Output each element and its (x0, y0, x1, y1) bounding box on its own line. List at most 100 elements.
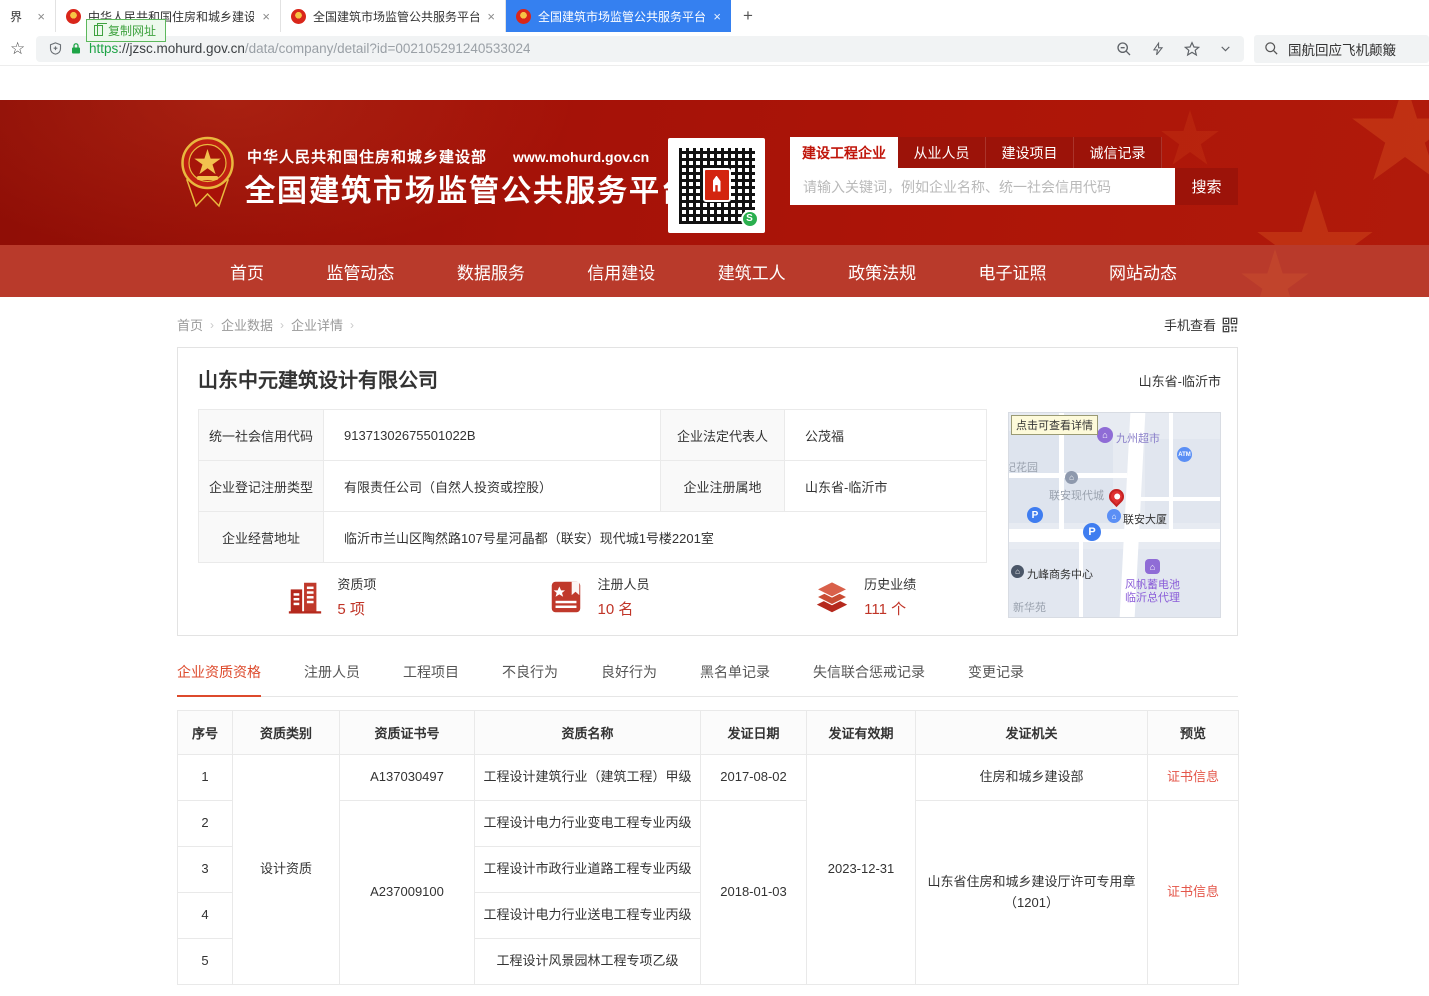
layers-icon (813, 578, 851, 616)
site-favicon-icon (516, 9, 531, 24)
nav-item-site-news[interactable]: 网站动态 (1109, 259, 1177, 284)
stat-qualifications[interactable]: 资质项 5 项 (198, 574, 465, 619)
search-tab-enterprise[interactable]: 建设工程企业 (790, 137, 898, 168)
col-header-name: 资质名称 (475, 711, 701, 755)
company-region: 山东省-临沂市 (1139, 371, 1221, 390)
map-label-garden: 纪花园 (1008, 459, 1038, 475)
stat-registered-personnel[interactable]: 注册人员 10 名 (465, 574, 732, 619)
site-favicon-icon (66, 9, 81, 24)
tab-qualifications[interactable]: 企业资质资格 (177, 662, 261, 697)
reg-region-label: 企业注册属地 (661, 461, 785, 512)
tab-blacklist[interactable]: 黑名单记录 (700, 662, 770, 696)
stat-value: 5 项 (337, 598, 376, 619)
tab-dishonesty-records[interactable]: 失信联合惩戒记录 (813, 662, 925, 696)
supermarket-poi-icon: ⌂ (1097, 427, 1113, 443)
keyword-search-input[interactable] (790, 168, 1175, 205)
tab-registered-personnel[interactable]: 注册人员 (304, 662, 360, 696)
search-tab-personnel[interactable]: 从业人员 (898, 137, 986, 168)
cell-qual-name: 工程设计电力行业送电工程专业丙级 (475, 893, 701, 939)
breadcrumb-home[interactable]: 首页 (177, 315, 203, 334)
close-icon[interactable]: × (487, 10, 495, 23)
cell-validity: 2023-12-31 (807, 755, 916, 985)
company-name: 山东中元建筑设计有限公司 (198, 364, 438, 393)
certificate-info-link[interactable]: 证书信息 (1167, 769, 1219, 784)
parking-icon: P (1027, 507, 1043, 523)
search-button[interactable]: 搜索 (1175, 168, 1238, 205)
speed-mode-icon[interactable] (1151, 41, 1165, 57)
new-tab-button[interactable]: + (731, 0, 765, 32)
zoom-out-icon[interactable] (1116, 41, 1132, 57)
building-poi-icon: ⌂ (1065, 471, 1078, 484)
browser-window: 界 × 中华人民共和国住房和城乡建设 × 全国建筑市场监管公共服务平台 × 全国… (0, 0, 1429, 996)
tab-title: 全国建筑市场监管公共服务平台 (313, 8, 479, 25)
bookmark-star-icon[interactable]: ☆ (10, 39, 36, 59)
close-icon[interactable]: × (37, 10, 45, 23)
page-content: 首页 › 企业数据 › 企业详情 › 手机查看 山东中元建筑设计有限公司 山东省… (177, 297, 1238, 985)
close-icon[interactable]: × (713, 10, 721, 23)
copy-url-tooltip[interactable]: 复制网址 (86, 19, 166, 42)
search-tab-credit[interactable]: 诚信记录 (1074, 137, 1162, 168)
url-field[interactable]: https://jzsc.mohurd.gov.cn/data/company/… (36, 36, 1244, 62)
map-label-lianan-city: 联安现代城 (1049, 487, 1104, 503)
browser-tab-jzsc-1[interactable]: 全国建筑市场监管公共服务平台 × (281, 0, 506, 32)
quick-search-box[interactable]: 国航回应飞机颠簸 (1254, 35, 1429, 63)
breadcrumb-company-detail[interactable]: 企业详情 (291, 315, 343, 334)
stat-text: 注册人员 10 名 (598, 574, 650, 619)
site-header: 中华人民共和国住房和城乡建设部www.mohurd.gov.cn 全国建筑市场监… (0, 100, 1429, 245)
cell-authority: 山东省住房和城乡建设厅许可专用章（1201） (916, 801, 1148, 985)
map-label-lianan-tower: 联安大厦 (1123, 511, 1167, 527)
favorite-star-icon[interactable] (1184, 41, 1200, 57)
browser-tab-jzsc-active[interactable]: 全国建筑市场监管公共服务平台 × (506, 0, 731, 32)
stat-label: 历史业绩 (864, 574, 916, 593)
nav-item-credit[interactable]: 信用建设 (587, 259, 655, 284)
search-input-row: 搜索 (790, 168, 1238, 205)
certificate-info-link[interactable]: 证书信息 (1167, 884, 1219, 899)
header-qr-code: S (668, 138, 765, 233)
nav-item-policy[interactable]: 政策法规 (848, 259, 916, 284)
quick-search-text: 国航回应飞机颠簸 (1288, 39, 1396, 59)
tab-title: 全国建筑市场监管公共服务平台 (538, 8, 705, 25)
tab-projects[interactable]: 工程项目 (403, 662, 459, 696)
breadcrumb-company-data[interactable]: 企业数据 (221, 315, 273, 334)
cell-cert-no: A237009100 (340, 801, 475, 985)
url-host: ://jzsc.mohurd.gov.cn (118, 41, 245, 56)
nav-item-data-service[interactable]: 数据服务 (457, 259, 525, 284)
tab-good-behavior[interactable]: 良好行为 (601, 662, 657, 696)
close-icon[interactable]: × (262, 10, 270, 23)
office-poi-icon: ⌂ (1011, 565, 1024, 578)
copy-icon (94, 25, 103, 36)
star-decoration-icon (1255, 190, 1375, 245)
map-label-xinhua: 新华苑 (1013, 599, 1046, 615)
browser-tab-partial[interactable]: 界 × (0, 0, 56, 32)
map-label-jiufeng: 九峰商务中心 (1027, 566, 1093, 582)
qualification-table: 序号 资质类别 资质证书号 资质名称 发证日期 发证有效期 发证机关 预览 1 … (177, 710, 1239, 985)
nav-item-supervision[interactable]: 监管动态 (326, 259, 394, 284)
nav-item-workers[interactable]: 建筑工人 (718, 259, 786, 284)
search-tab-project[interactable]: 建设项目 (986, 137, 1074, 168)
tab-bad-behavior[interactable]: 不良行为 (502, 662, 558, 696)
tab-change-records[interactable]: 变更记录 (968, 662, 1024, 696)
parking-icon: P (1083, 523, 1101, 541)
url-scheme: https (89, 41, 118, 56)
search-icon (1264, 41, 1279, 56)
shield-icon[interactable] (48, 41, 63, 56)
cell-preview: 证书信息 (1148, 755, 1239, 801)
chevron-down-icon[interactable] (1219, 42, 1232, 55)
map-road (1140, 497, 1221, 501)
legal-rep-value: 公茂福 (785, 410, 987, 461)
tab-title: 界 (10, 8, 29, 25)
nav-item-licenses[interactable]: 电子证照 (979, 259, 1047, 284)
map-label-supermarket: 九州超市 (1116, 430, 1160, 446)
address-label: 企业经营地址 (199, 512, 324, 563)
mobile-view-link[interactable]: 手机查看 (1164, 315, 1238, 334)
ministry-line: 中华人民共和国住房和城乡建设部www.mohurd.gov.cn (247, 146, 649, 167)
stat-history-performance[interactable]: 历史业绩 111 个 (731, 574, 998, 619)
nav-item-home[interactable]: 首页 (230, 259, 264, 284)
company-location-map[interactable]: 点击可查看详情 ⌂ 九州超市 ATM 纪花园 联安现代城 ⌂ ⌂ 联安大厦 P … (1008, 412, 1221, 618)
cell-index: 3 (178, 847, 233, 893)
reg-region-value: 山东省-临沂市 (785, 461, 987, 512)
star-decoration-icon (1350, 100, 1429, 190)
national-emblem-icon (179, 136, 236, 209)
reg-type-value: 有限责任公司（自然人投资或控股） (324, 461, 661, 512)
col-header-issue-date: 发证日期 (701, 711, 807, 755)
